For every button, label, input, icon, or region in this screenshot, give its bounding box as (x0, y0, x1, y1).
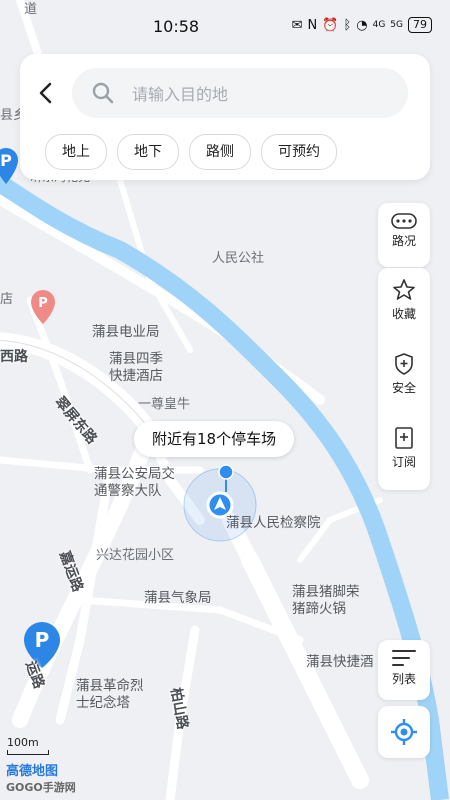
chevron-left-icon (39, 82, 52, 104)
shield-icon (395, 353, 413, 375)
filter-chip-roadside[interactable]: 路侧 (189, 134, 251, 170)
traffic-icon (391, 213, 417, 229)
tool-group: 收藏 安全 订阅 (378, 268, 430, 490)
list-icon (392, 650, 416, 666)
locate-icon (391, 719, 417, 745)
alarm-icon: ⏰ (322, 17, 339, 33)
svg-text:P: P (38, 296, 48, 311)
status-icons: ✉ N ⏰ ᛒ ◔ 4G 5G 79 (292, 17, 432, 33)
poi-label: 蒲县人民检察院 (226, 515, 321, 531)
poi-label: 蒲县猪脚荣 猪蹄火锅 (292, 584, 360, 617)
bluetooth-icon: ᛒ (343, 17, 352, 33)
filter-chip-aboveground[interactable]: 地上 (45, 134, 107, 170)
poi-label: 兴达花园小区 (96, 548, 175, 563)
road-label: 西路 (0, 349, 28, 365)
poi-label: 蒲县革命烈 士纪念塔 (76, 678, 144, 711)
scale-bar (7, 750, 49, 755)
safety-button[interactable]: 安全 (378, 352, 430, 416)
bookmark-plus-icon (395, 427, 413, 449)
battery-icon: 79 (408, 17, 432, 33)
safety-label: 安全 (391, 381, 416, 395)
list-tool: 列表 (378, 640, 430, 700)
svg-text:P: P (0, 151, 12, 170)
parking-count-callout[interactable]: 附近有18个停车场 (134, 421, 295, 457)
scale-label: 100m (7, 736, 39, 749)
list-label: 列表 (391, 672, 416, 686)
favorite-button[interactable]: 收藏 (378, 278, 430, 342)
signal-icon: 5G (390, 20, 403, 30)
poi-label: 蒲县四季 快捷酒店 (109, 351, 163, 384)
map-logo: 高德地图 GOGO手游网 (6, 760, 76, 795)
nfc-icon: N (307, 17, 318, 33)
subscribe-button[interactable]: 订阅 (378, 426, 430, 490)
svg-text:P: P (35, 628, 50, 652)
back-button[interactable] (36, 78, 60, 108)
status-time: 10:58 (153, 17, 200, 36)
star-icon (393, 279, 415, 300)
search-input[interactable] (130, 78, 394, 110)
filter-chips: 地上 地下 路侧 可预约 (45, 134, 337, 170)
search-panel: 地上 地下 路侧 可预约 (20, 54, 430, 180)
favorite-label: 收藏 (391, 307, 416, 321)
status-bar: 10:58 ✉ N ⏰ ᛒ ◔ 4G 5G 79 (0, 0, 450, 50)
signal-icon: 4G (372, 20, 386, 30)
subscribe-label: 订阅 (391, 455, 416, 469)
filter-chip-reservable[interactable]: 可预约 (261, 134, 337, 170)
poi-label: 店 (0, 292, 14, 307)
notification-icon: ✉ (291, 17, 303, 33)
poi-label: 人民公社 (212, 251, 265, 266)
watermark-text: GOGO手游网 (6, 781, 76, 794)
filter-chip-underground[interactable]: 地下 (117, 134, 179, 170)
poi-label: 蒲县公安局交 通警察大队 (94, 466, 175, 499)
locate-button[interactable] (378, 706, 430, 758)
poi-label: 蒲县电业局 (92, 324, 160, 340)
wifi-icon: ◔ (356, 17, 368, 33)
list-button[interactable]: 列表 (378, 648, 430, 700)
poi-label: 一尊皇牛 (138, 397, 191, 412)
poi-label: 蒲县气象局 (144, 590, 212, 606)
traffic-button[interactable]: 路况 (378, 213, 430, 267)
search-icon (92, 82, 114, 104)
traffic-label: 路况 (391, 234, 416, 248)
map-scale: 100m (7, 736, 49, 755)
search-bar[interactable] (72, 68, 408, 118)
traffic-tool: 路况 (378, 203, 430, 267)
logo-text: 高德地图 (6, 764, 59, 779)
poi-label: 蒲县快捷酒 (306, 654, 374, 670)
